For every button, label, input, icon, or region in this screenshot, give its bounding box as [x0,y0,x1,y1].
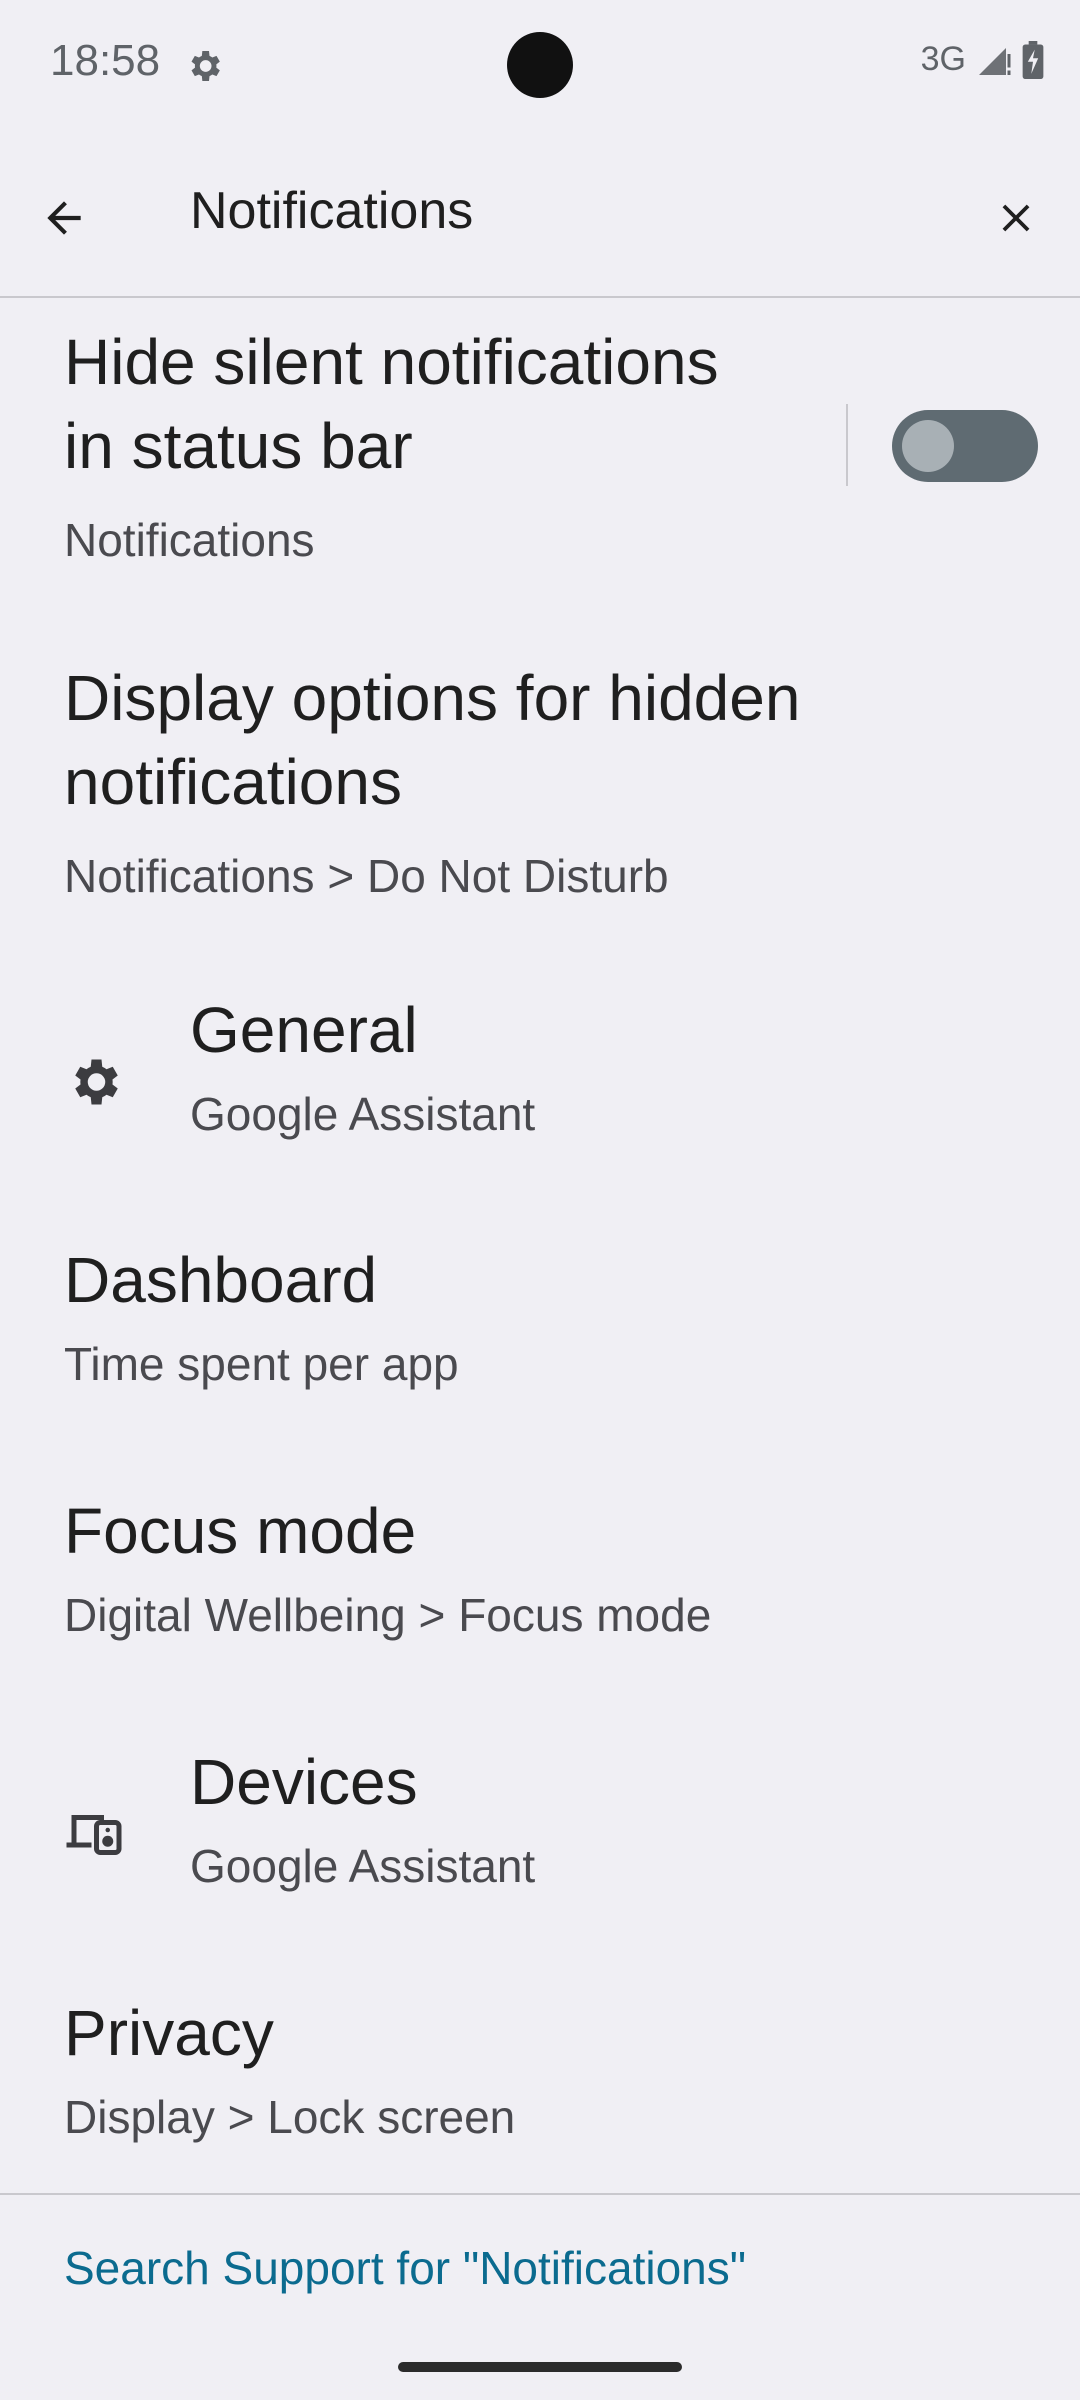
network-type: 3G [920,40,966,78]
clear-search-button[interactable] [978,180,1054,256]
result-title-line2: notifications [64,746,402,818]
search-toolbar: Notifications [0,150,1080,298]
toggle-thumb [902,420,954,472]
result-subtitle: Notifications [64,514,315,566]
result-subtitle: Time spent per app [64,1338,459,1390]
result-title: Dashboard [64,1244,378,1316]
result-subtitle: Display > Lock screen [64,2091,516,2143]
result-subtitle: Google Assistant [190,1840,536,1892]
result-title-line1: Hide silent notifications [64,326,719,398]
search-support-link[interactable]: Search Support for "Notifications" [64,2238,746,2298]
close-icon [1002,204,1030,232]
result-title-line2: in status bar [64,410,413,482]
result-general[interactable]: General Google Assistant [0,978,1080,1218]
signal-icon [979,47,1011,75]
camera-cutout [507,32,573,98]
result-title-line1: Display options for hidden [64,662,801,734]
result-privacy[interactable]: Privacy Display > Lock screen [0,1981,1080,2191]
result-title: Focus mode [64,1495,417,1567]
hide-silent-notifications-toggle[interactable] [892,410,1038,482]
devices-icon [66,1815,122,1855]
footer-divider [0,2193,1080,2195]
result-dashboard[interactable]: Dashboard Time spent per app [0,1228,1080,1468]
status-time: 18:58 [50,36,161,85]
battery-charging-icon [1022,40,1044,79]
settings-gear-status-icon [191,51,220,81]
result-focus-mode[interactable]: Focus mode Digital Wellbeing > Focus mod… [0,1479,1080,1719]
result-subtitle: Notifications > Do Not Disturb [64,850,669,902]
toggle-divider [846,404,848,486]
result-title: General [190,994,418,1066]
back-button[interactable] [26,180,102,256]
search-query-field[interactable]: Notifications [190,180,473,242]
status-indicators: 3G [921,40,1044,79]
arrow-back-icon [47,201,81,235]
result-display-options-hidden-notifications[interactable]: Display options for hidden notifications… [0,644,1080,954]
result-subtitle: Google Assistant [190,1088,536,1140]
result-title: Devices [190,1746,418,1818]
gear-icon [75,1059,118,1105]
result-title: Privacy [64,1997,274,2069]
result-hide-silent-notifications[interactable]: Hide silent notifications in status bar … [0,308,1080,618]
result-subtitle: Digital Wellbeing > Focus mode [64,1589,712,1641]
status-bar: 18:58 3G [0,0,1080,130]
result-devices[interactable]: Devices Google Assistant [0,1730,1080,1970]
home-indicator[interactable] [398,2362,682,2372]
